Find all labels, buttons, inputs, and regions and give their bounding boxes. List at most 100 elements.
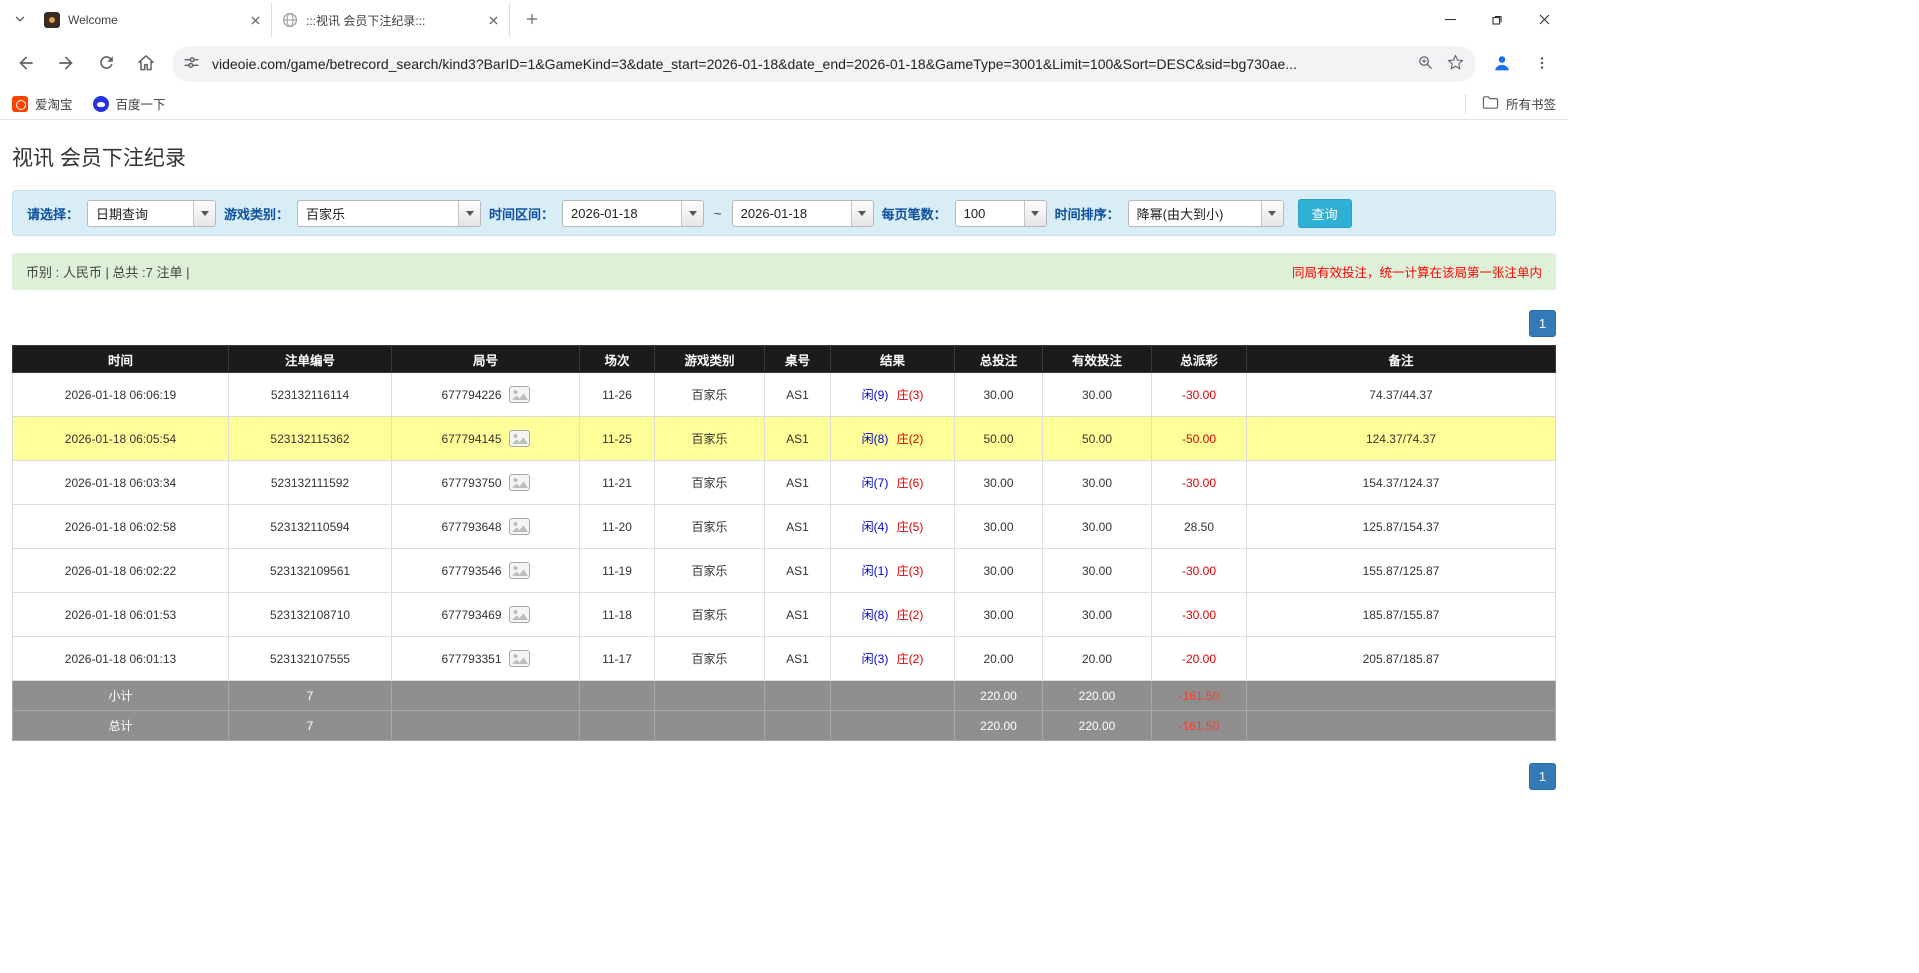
- browser-tab-welcome[interactable]: Welcome: [34, 3, 272, 37]
- cell-valid-bet: 30.00: [1043, 373, 1152, 417]
- bookmark-item-baidu[interactable]: 百度一下: [93, 94, 166, 113]
- cell-table-no: AS1: [765, 593, 831, 637]
- column-header: 有效投注: [1043, 346, 1152, 373]
- close-window-button[interactable]: [1521, 0, 1568, 40]
- all-bookmarks-label: 所有书签: [1506, 94, 1556, 113]
- query-type-select[interactable]: 日期查询: [87, 200, 216, 227]
- bookmark-star-button[interactable]: [1440, 49, 1470, 79]
- cell-bet-id: 523132115362: [229, 417, 392, 461]
- chevron-down-icon[interactable]: [851, 201, 873, 226]
- cell-total-bet[interactable]: 30.00: [955, 461, 1043, 505]
- date-start-value: 2026-01-18: [563, 201, 681, 226]
- profile-button[interactable]: [1484, 46, 1520, 82]
- per-page-select[interactable]: 100: [955, 200, 1047, 227]
- reload-button[interactable]: [88, 46, 124, 82]
- cell-session: 11-20: [580, 505, 655, 549]
- cell-time: 2026-01-18 06:06:19: [13, 373, 229, 417]
- chevron-down-icon[interactable]: [458, 201, 480, 226]
- round-image-icon[interactable]: [509, 386, 530, 403]
- chevron-down-icon[interactable]: [1261, 201, 1283, 226]
- back-button[interactable]: [8, 46, 44, 82]
- table-row: 2026-01-18 06:02:58 523132110594 6777936…: [13, 505, 1556, 549]
- cell-note: 154.37/124.37: [1247, 461, 1556, 505]
- cell-total-bet[interactable]: 20.00: [955, 637, 1043, 681]
- tab-search-button[interactable]: [6, 6, 34, 34]
- url-bar[interactable]: videoie.com/game/betrecord_search/kind3?…: [172, 46, 1476, 82]
- cell-payout: -30.00: [1152, 373, 1247, 417]
- all-bookmarks-button[interactable]: 所有书签: [1465, 94, 1556, 114]
- browser-tab-bet-record[interactable]: :::视讯 会员下注纪录:::: [272, 3, 510, 37]
- minimize-button[interactable]: [1427, 0, 1474, 40]
- star-icon: [1447, 54, 1464, 74]
- total-payout: -161.50: [1152, 711, 1247, 741]
- site-controls-button[interactable]: [176, 49, 206, 79]
- result-banker: 庄(2): [897, 652, 924, 666]
- result-player: 闲(7): [862, 476, 889, 490]
- per-page-label: 每页笔数：: [882, 204, 947, 223]
- chevron-down-icon[interactable]: [193, 201, 215, 226]
- chevron-down-icon[interactable]: [1024, 201, 1046, 226]
- cell-total-bet[interactable]: 50.00: [955, 417, 1043, 461]
- cell-valid-bet: 50.00: [1043, 417, 1152, 461]
- cell-total-bet[interactable]: 30.00: [955, 549, 1043, 593]
- round-image-icon[interactable]: [509, 518, 530, 535]
- sort-order-select[interactable]: 降幂(由大到小): [1128, 200, 1284, 227]
- cell-bet-id: 523132111592: [229, 461, 392, 505]
- zoom-button[interactable]: [1410, 49, 1440, 79]
- cell-total-bet[interactable]: 30.00: [955, 505, 1043, 549]
- date-end-select[interactable]: 2026-01-18: [732, 200, 874, 227]
- cell-game-type: 百家乐: [655, 637, 765, 681]
- cell-note: 155.87/125.87: [1247, 549, 1556, 593]
- total-label: 总计: [13, 711, 229, 741]
- browser-menu-button[interactable]: [1524, 46, 1560, 82]
- page-1-button[interactable]: 1: [1529, 310, 1556, 337]
- url-text[interactable]: videoie.com/game/betrecord_search/kind3?…: [206, 56, 1410, 72]
- table-row: 2026-01-18 06:01:13 523132107555 6777933…: [13, 637, 1556, 681]
- round-image-icon[interactable]: [509, 606, 530, 623]
- home-button[interactable]: [128, 46, 164, 82]
- cell-payout: -30.00: [1152, 461, 1247, 505]
- restore-icon: [1492, 13, 1503, 28]
- round-image-icon[interactable]: [509, 430, 530, 447]
- search-button[interactable]: 查询: [1298, 199, 1352, 228]
- round-image-icon[interactable]: [509, 474, 530, 491]
- tab-close-button[interactable]: [247, 12, 263, 28]
- forward-button[interactable]: [48, 46, 84, 82]
- date-start-select[interactable]: 2026-01-18: [562, 200, 704, 227]
- page-1-button[interactable]: 1: [1529, 763, 1556, 790]
- column-header: 游戏类别: [655, 346, 765, 373]
- table-row: 2026-01-18 06:05:54 523132115362 6777941…: [13, 417, 1556, 461]
- result-banker: 庄(5): [897, 520, 924, 534]
- tab-close-button[interactable]: [485, 12, 501, 28]
- result-banker: 庄(3): [897, 388, 924, 402]
- cell-total-bet[interactable]: 30.00: [955, 593, 1043, 637]
- page-content: 视讯 会员下注纪录 请选择： 日期查询 游戏类别： 百家乐 时间区间： 2026…: [0, 120, 1568, 790]
- date-end-value: 2026-01-18: [733, 201, 851, 226]
- bookmark-item-taobao[interactable]: 爱淘宝: [12, 94, 73, 113]
- subtotal-total-bet: 220.00: [955, 681, 1043, 711]
- column-header: 总投注: [955, 346, 1043, 373]
- round-image-icon[interactable]: [509, 650, 530, 667]
- zoom-icon: [1417, 54, 1434, 74]
- round-id: 677793546: [441, 564, 501, 578]
- new-tab-button[interactable]: [518, 6, 546, 34]
- cell-result: 闲(7) 庄(6): [831, 461, 955, 505]
- cell-round: 677793648: [392, 505, 580, 549]
- cell-game-type: 百家乐: [655, 417, 765, 461]
- cell-round: 677793546: [392, 549, 580, 593]
- cell-valid-bet: 30.00: [1043, 461, 1152, 505]
- game-type-value: 百家乐: [298, 201, 458, 226]
- cell-bet-id: 523132107555: [229, 637, 392, 681]
- cell-total-bet[interactable]: 30.00: [955, 373, 1043, 417]
- cell-bet-id: 523132110594: [229, 505, 392, 549]
- result-player: 闲(4): [862, 520, 889, 534]
- chevron-down-icon[interactable]: [681, 201, 703, 226]
- close-icon: [1539, 13, 1550, 28]
- maximize-button[interactable]: [1474, 0, 1521, 40]
- round-image-icon[interactable]: [509, 562, 530, 579]
- notice-text: 同局有效投注，统一计算在该局第一张注单内: [1292, 262, 1542, 281]
- result-banker: 庄(2): [897, 432, 924, 446]
- game-type-select[interactable]: 百家乐: [297, 200, 481, 227]
- cell-result: 闲(4) 庄(5): [831, 505, 955, 549]
- cell-valid-bet: 20.00: [1043, 637, 1152, 681]
